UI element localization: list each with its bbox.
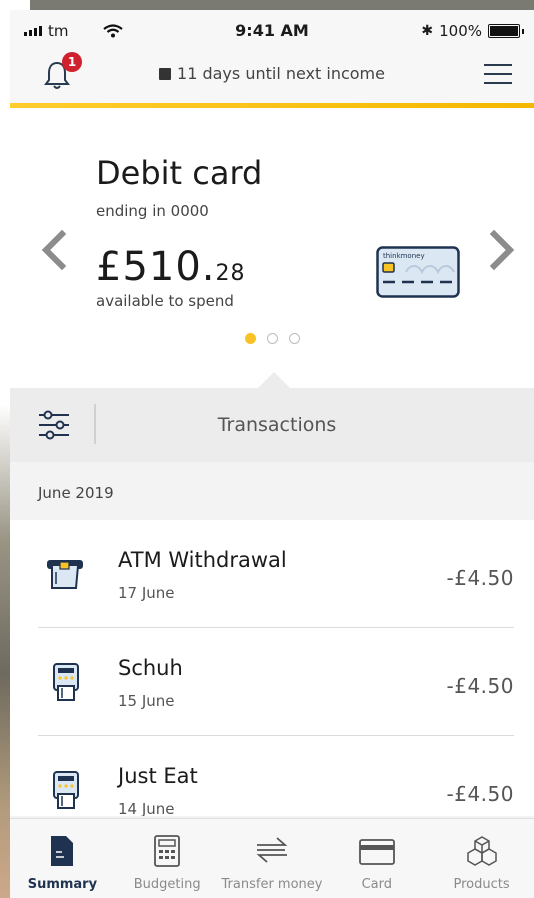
document-icon xyxy=(51,836,74,866)
carousel-dot[interactable] xyxy=(288,333,300,344)
battery-icon xyxy=(488,24,520,38)
cubes-icon xyxy=(466,836,497,866)
card-icon xyxy=(358,839,395,865)
battery-indicator: ✱ 100% xyxy=(421,22,524,40)
svg-text:thinkmoney: thinkmoney xyxy=(383,252,425,260)
transaction-name: Schuh xyxy=(118,656,183,680)
transaction-amount: -£4.50 xyxy=(446,782,514,806)
calculator-icon xyxy=(154,835,181,867)
tab-products[interactable]: Products xyxy=(429,819,534,898)
tab-label: Summary xyxy=(27,877,98,892)
tab-summary[interactable]: Summary xyxy=(10,819,115,898)
month-header: June 2019 xyxy=(10,462,534,520)
available-label: available to spend xyxy=(96,292,234,310)
transaction-row[interactable]: ATM Withdrawal 17 June -£4.50 xyxy=(10,520,534,628)
transaction-date: 14 June xyxy=(118,800,175,816)
transaction-row[interactable]: Schuh 15 June -£4.50 xyxy=(10,628,534,736)
transactions-bar: Transactions xyxy=(10,388,534,462)
tab-card[interactable]: Card xyxy=(324,819,429,898)
transaction-name: Just Eat xyxy=(118,764,198,788)
status-bar: tm 9:41 AM ✱ 100% xyxy=(10,10,534,46)
transaction-date: 17 June xyxy=(118,584,175,602)
phone-screen: tm 9:41 AM ✱ 100% 1 11 days until next i… xyxy=(10,10,534,898)
card-title: Debit card xyxy=(96,154,263,192)
debit-card-icon: thinkmoney xyxy=(376,246,460,298)
bottom-tab-bar: Summary Budgeting Transfer money Card Pr… xyxy=(10,818,534,898)
transaction-date: 15 June xyxy=(118,692,175,710)
card-carousel[interactable]: Debit card ending in 0000 £510.28 availa… xyxy=(10,108,534,388)
tab-transfer-money[interactable]: Transfer money xyxy=(220,819,325,898)
tab-label: Budgeting xyxy=(133,877,201,892)
chevron-left-icon[interactable] xyxy=(40,230,66,270)
battery-percent: 100% xyxy=(439,22,482,40)
transaction-list: ATM Withdrawal 17 June -£4.50 Schuh 15 J… xyxy=(10,520,534,816)
tab-budgeting[interactable]: Budgeting xyxy=(115,819,220,898)
calendar-icon xyxy=(159,68,172,80)
app-header: 1 11 days until next income xyxy=(10,46,534,103)
bluetooth-icon: ✱ xyxy=(421,23,434,39)
carousel-dot[interactable] xyxy=(244,333,256,344)
transactions-label: Transactions xyxy=(217,414,337,436)
income-text: 11 days until next income xyxy=(177,64,385,83)
carousel-dots xyxy=(10,333,534,344)
menu-button[interactable] xyxy=(484,64,512,86)
card-ending: ending in 0000 xyxy=(96,202,209,220)
transaction-name: ATM Withdrawal xyxy=(118,548,287,572)
card-terminal-icon xyxy=(53,771,79,809)
tab-label: Card xyxy=(361,877,392,892)
transaction-amount: -£4.50 xyxy=(446,566,514,590)
transaction-row[interactable]: Just Eat 14 June -£4.50 xyxy=(10,736,534,816)
card-terminal-icon xyxy=(53,663,79,701)
carousel-dot[interactable] xyxy=(266,333,278,344)
tab-label: Products xyxy=(453,877,510,892)
tab-label: Transfer money xyxy=(221,877,323,892)
month-label: June 2019 xyxy=(38,484,114,502)
atm-icon xyxy=(47,560,83,589)
income-countdown: 11 days until next income xyxy=(10,64,534,83)
transaction-amount: -£4.50 xyxy=(446,674,514,698)
chevron-right-icon[interactable] xyxy=(490,230,516,270)
transfer-arrows-icon xyxy=(256,837,288,863)
card-balance: £510.28 xyxy=(96,244,246,290)
